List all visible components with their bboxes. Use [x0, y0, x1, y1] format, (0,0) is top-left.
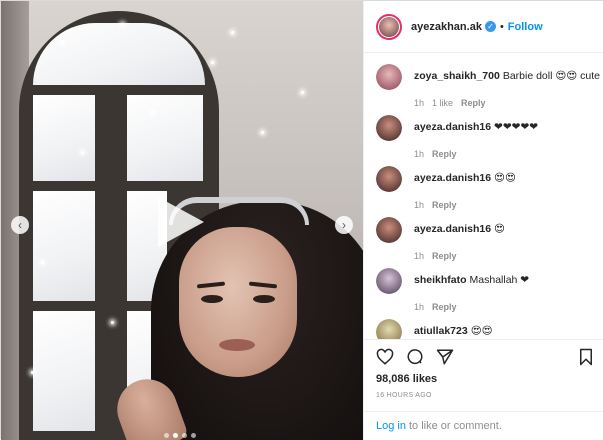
comment-body: zoya_shaikh_700 Barbie doll 😍😍 cute: [414, 70, 600, 83]
post-sidebar: ayezakhan.ak ✓ • Follow zoya_shaikh_700 B…: [363, 1, 603, 440]
carousel-dot: [182, 433, 187, 438]
sparkle: [41, 261, 44, 264]
window-pane: [33, 311, 95, 431]
commenter-avatar[interactable]: [376, 115, 402, 141]
comment-body: ayeza.danish16 ❤❤❤❤❤: [414, 121, 538, 134]
instagram-post: ‹ › ayezakhan.ak ✓ • Follow zoya_shaikh_…: [0, 0, 603, 440]
login-prompt-text: to like or comment.: [408, 420, 502, 432]
sparkle: [111, 321, 114, 324]
sparkle: [211, 61, 214, 64]
comment-username[interactable]: atiullak723: [414, 325, 468, 337]
comment-body: sheikhfato Mashallah ❤: [414, 274, 529, 287]
comment-text: Mashallah ❤: [469, 274, 530, 286]
comment-text: Barbie doll 😍😍 cute: [502, 70, 600, 82]
login-prompt: Log in to like or comment.: [364, 411, 603, 440]
follow-button[interactable]: Follow: [508, 21, 543, 33]
post-timestamp[interactable]: 16 HOURS AGO: [376, 392, 432, 399]
subject-face: [179, 227, 297, 377]
reply-button[interactable]: Reply: [432, 251, 457, 261]
comment-time[interactable]: 1h: [414, 200, 424, 210]
sparkle: [31, 371, 34, 374]
chevron-left-icon[interactable]: ‹: [11, 216, 29, 234]
sparkle: [231, 31, 234, 34]
comment-username[interactable]: ayeza.danish16: [414, 121, 491, 133]
comment-icon[interactable]: [406, 348, 424, 366]
share-icon[interactable]: [436, 348, 454, 366]
reply-button[interactable]: Reply: [432, 149, 457, 159]
commenter-avatar[interactable]: [376, 319, 402, 339]
comment-body: ayeza.danish16 😍😍: [414, 172, 516, 185]
login-link[interactable]: Log in: [376, 420, 406, 432]
comment-meta: 1h Reply: [414, 302, 465, 312]
post-header: ayezakhan.ak ✓ • Follow: [364, 1, 603, 53]
author-avatar[interactable]: [376, 13, 402, 40]
reply-button[interactable]: Reply: [432, 200, 457, 210]
comment-username[interactable]: ayeza.danish16: [414, 172, 491, 184]
window-pane: [33, 95, 95, 181]
comment-username[interactable]: ayeza.danish16: [414, 223, 491, 235]
window-pane: [33, 191, 95, 301]
bookmark-icon[interactable]: [577, 348, 595, 366]
comment-username[interactable]: sheikhfato: [414, 274, 467, 286]
commenter-avatar[interactable]: [376, 166, 402, 192]
carousel-indicator: [164, 433, 196, 438]
comment-body: ayeza.danish16 😍: [414, 223, 505, 236]
subject-eye: [201, 295, 223, 303]
reply-button[interactable]: Reply: [432, 302, 457, 312]
comment-text: ❤❤❤❤❤: [494, 121, 539, 133]
carousel-dot: [164, 433, 169, 438]
post-media[interactable]: ‹ ›: [1, 1, 363, 440]
likes-count[interactable]: 98,086 likes: [376, 373, 437, 385]
comment-username[interactable]: zoya_shaikh_700: [414, 70, 500, 82]
commenter-avatar[interactable]: [376, 268, 402, 294]
carousel-dot-active: [173, 433, 178, 438]
window-pane: [127, 95, 203, 181]
window-pane: [33, 23, 205, 85]
comment-text: 😍: [494, 223, 505, 235]
commenter-avatar[interactable]: [376, 64, 402, 90]
author-username[interactable]: ayezakhan.ak: [411, 21, 482, 33]
comment-likes[interactable]: 1 like: [432, 98, 453, 108]
sparkle: [61, 41, 64, 44]
sparkle: [301, 91, 304, 94]
reply-button[interactable]: Reply: [461, 98, 486, 108]
subject-eye: [253, 295, 275, 303]
action-bar: [364, 339, 603, 369]
sparkle: [151, 111, 154, 114]
comment-time[interactable]: 1h: [414, 302, 424, 312]
heart-icon[interactable]: [376, 348, 394, 366]
comments-list[interactable]: zoya_shaikh_700 Barbie doll 😍😍 cute 1h 1 l…: [364, 54, 603, 339]
comment-time[interactable]: 1h: [414, 98, 424, 108]
chevron-right-icon[interactable]: ›: [335, 216, 353, 234]
verified-badge-icon: ✓: [484, 21, 496, 32]
comment-meta: 1h Reply: [414, 251, 465, 261]
comment-text: 😍😍: [470, 325, 493, 337]
carousel-dot: [191, 433, 196, 438]
sparkle: [121, 23, 124, 26]
comment-meta: 1h Reply: [414, 149, 465, 159]
commenter-avatar[interactable]: [376, 217, 402, 243]
comment-meta: 1h 1 like Reply: [414, 98, 494, 108]
comment-time[interactable]: 1h: [414, 251, 424, 261]
comment-body: atiullak723 😍😍: [414, 325, 493, 338]
sparkle: [81, 151, 84, 154]
subject-lips: [219, 339, 255, 351]
comment-time[interactable]: 1h: [414, 149, 424, 159]
comment-meta: 1h Reply: [414, 200, 465, 210]
comment-text: 😍😍: [494, 172, 516, 184]
play-icon[interactable]: [158, 197, 204, 247]
header-separator: •: [499, 20, 504, 33]
author-avatar-image: [379, 16, 399, 37]
sparkle: [261, 131, 264, 134]
